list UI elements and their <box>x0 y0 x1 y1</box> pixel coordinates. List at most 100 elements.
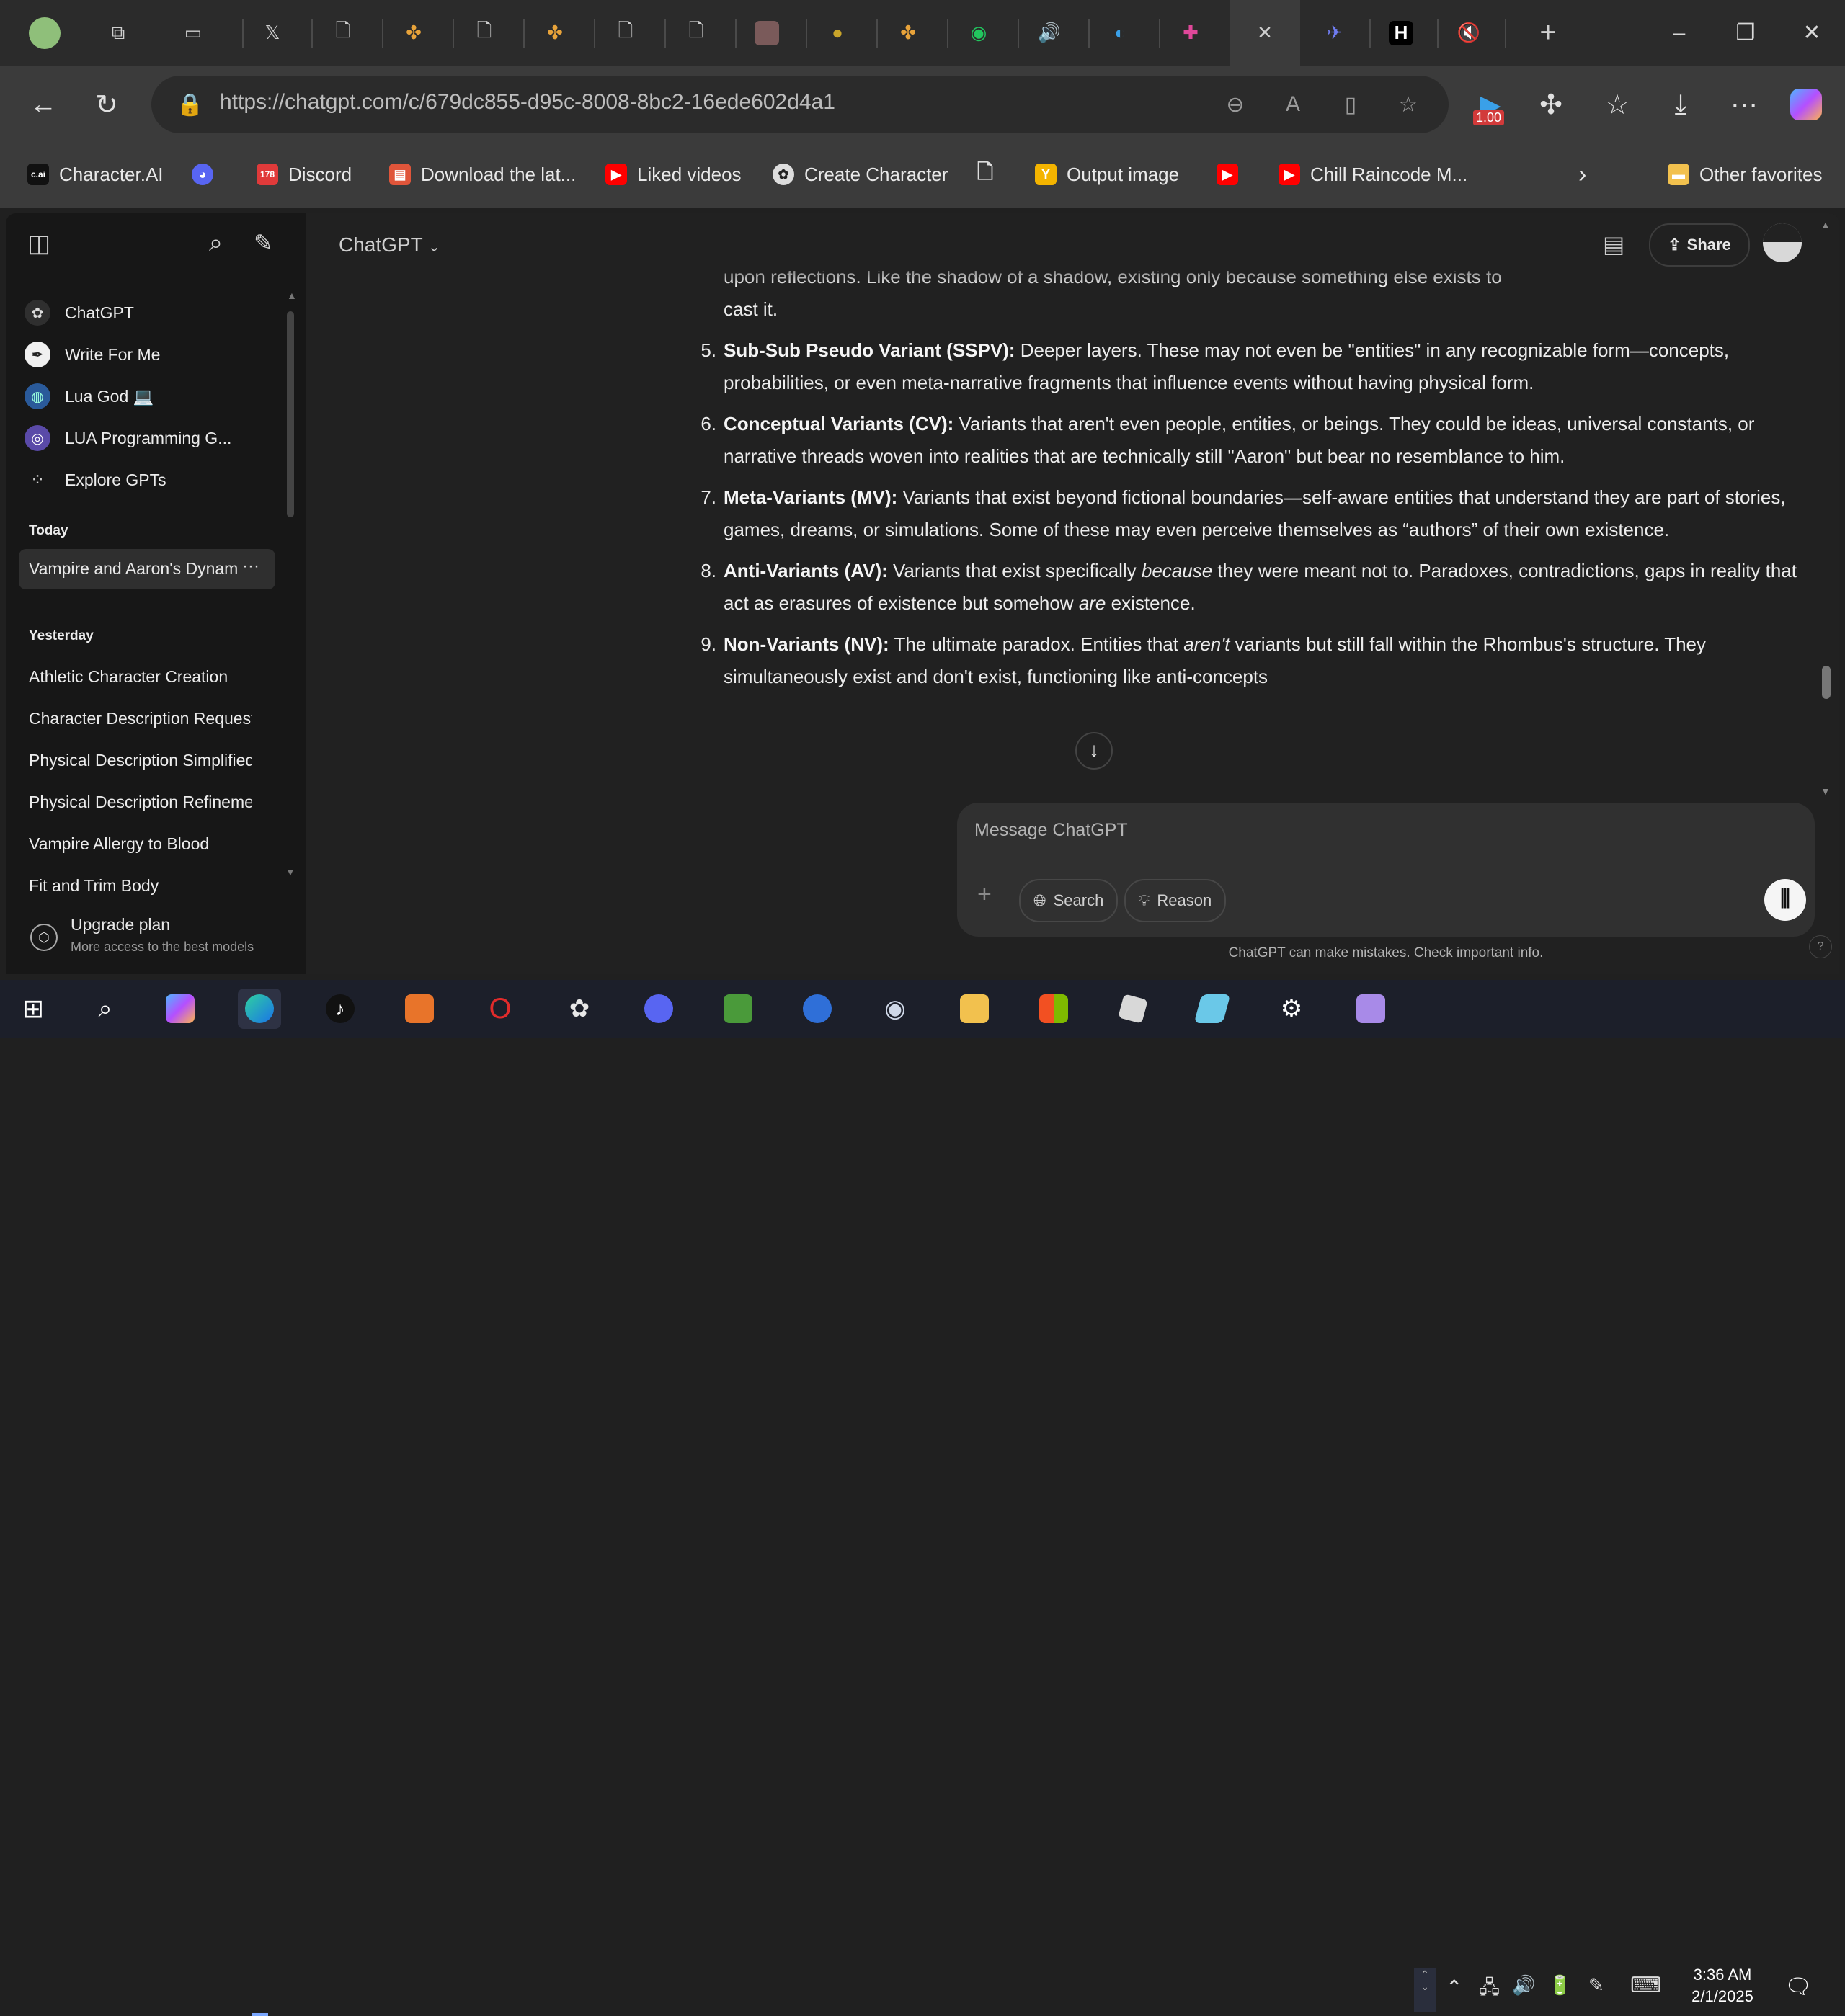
chat-item-active[interactable]: Vampire and Aaron's Dynamic ··· <box>19 549 275 589</box>
tab-bird[interactable]: ✈ <box>1300 0 1369 66</box>
close-icon[interactable]: ✕ <box>1253 21 1277 45</box>
tab-avatar[interactable] <box>732 0 801 66</box>
star-icon[interactable]: ☆ <box>1391 87 1426 122</box>
tray-battery[interactable]: 🔋 <box>1548 1974 1571 1997</box>
workspaces-button[interactable]: ⧉ <box>84 0 153 66</box>
taskbar-settings[interactable]: ⚙ <box>1270 989 1313 1029</box>
tab-pinwheel-3[interactable]: ✤ <box>873 0 943 66</box>
tray-volume[interactable]: 🔊 <box>1512 1974 1535 1997</box>
back-button[interactable]: ← <box>20 81 66 128</box>
extension-button[interactable]: ▶ 1.00 <box>1467 81 1513 128</box>
zoom-icon[interactable]: ⊖ <box>1218 87 1253 122</box>
scroll-to-bottom-button[interactable]: ↓ <box>1075 732 1113 770</box>
taskbar-edge[interactable] <box>238 989 281 1029</box>
scroll-up-icon[interactable]: ▲ <box>287 290 297 301</box>
tab-x[interactable]: 𝕏 <box>238 0 307 66</box>
attach-button[interactable]: + <box>977 880 992 909</box>
fav-discord-icon[interactable]: ◕ <box>192 157 223 192</box>
search-chats-button[interactable]: ⌕ <box>209 229 223 257</box>
fav-liked-videos[interactable]: ▶ Liked videos <box>605 157 742 192</box>
search-button[interactable]: 🌐︎ Search <box>1019 879 1119 922</box>
fav-discord[interactable]: 178 Discord <box>257 157 352 192</box>
canvas-button[interactable]: ▤ <box>1603 231 1624 258</box>
address-bar[interactable]: 🔒 https://chatgpt.com/c/679dc855-d95c-80… <box>151 76 1449 133</box>
upgrade-plan[interactable]: ⬡ Upgrade plan More access to the best m… <box>6 905 306 974</box>
taskbar-app-avatar[interactable] <box>1349 989 1392 1029</box>
toggle-sidebar-button[interactable]: ◫ <box>27 229 50 258</box>
new-chat-button[interactable]: ✎ <box>254 229 273 257</box>
tab-chat[interactable]: ● <box>803 0 872 66</box>
tab-circle[interactable]: ◉ <box>944 0 1013 66</box>
more-button[interactable]: ⋯ <box>1721 81 1767 128</box>
clock[interactable]: 3:36 AM 2/1/2025 <box>1679 1966 1766 2006</box>
tray-network[interactable]: 🖧 <box>1479 1974 1500 2006</box>
sidebar-scroll-thumb[interactable] <box>287 311 294 517</box>
taskbar-app-orange[interactable] <box>398 989 441 1029</box>
voice-mode-button[interactable]: ⫼ <box>1764 879 1806 921</box>
chat-item[interactable]: Physical Description Simplified <box>29 751 252 770</box>
taskbar-app-paint[interactable]: ✿ <box>558 989 601 1029</box>
taskbar-roblox[interactable] <box>1111 989 1155 1029</box>
tab-puzzle[interactable]: ✚ <box>1156 0 1225 66</box>
tab-audio[interactable]: 🔊 <box>1015 0 1084 66</box>
tab-pinwheel-2[interactable]: ✤ <box>520 0 590 66</box>
sidebar-item-chatgpt[interactable]: ✿ ChatGPT <box>25 294 280 331</box>
tray-keyboard[interactable]: ⌨ <box>1630 1973 1661 1998</box>
fav-file[interactable]: 🗋 <box>974 157 1006 192</box>
minimize-button[interactable]: – <box>1646 0 1712 66</box>
reason-button[interactable]: 💡︎ Reason <box>1124 879 1227 922</box>
favorites-overflow-button[interactable]: › <box>1578 157 1586 192</box>
immersive-reader-icon[interactable]: ▯ <box>1333 87 1368 122</box>
chat-item[interactable]: Fit and Trim Body <box>29 876 252 896</box>
tab-document-3[interactable]: 🗋 <box>591 0 660 66</box>
close-window-button[interactable]: ✕ <box>1779 0 1845 66</box>
notifications-button[interactable]: 🗨 <box>1784 1974 1812 1999</box>
favorites-button[interactable]: ☆ <box>1594 81 1640 128</box>
tab-document[interactable]: 🗋 <box>308 0 378 66</box>
sidebar-item-lua-programming[interactable]: ◎ LUA Programming G... <box>25 419 280 457</box>
other-favorites[interactable]: ▬ Other favorites <box>1668 157 1823 192</box>
model-selector[interactable]: ChatGPT ⌄ <box>339 233 440 257</box>
taskbar-scroll[interactable]: ⌃ ⌄ <box>1414 1968 1436 2012</box>
read-aloud-icon[interactable]: A <box>1276 87 1310 122</box>
share-button[interactable]: ⇪ Share <box>1649 223 1750 267</box>
main-scroll-thumb[interactable] <box>1822 666 1831 699</box>
taskbar-steam[interactable]: ◉ <box>873 989 917 1029</box>
extensions-button[interactable]: ✣ <box>1528 81 1574 128</box>
profile-avatar[interactable] <box>10 0 79 66</box>
main-scrollbar[interactable]: ▲ ▼ <box>1819 219 1833 968</box>
tray-overflow[interactable]: ⌃ <box>1446 1976 1462 1999</box>
restore-button[interactable]: ❐ <box>1712 0 1779 66</box>
vertical-tabs-button[interactable]: ▭ <box>159 0 228 66</box>
lock-icon[interactable]: 🔒 <box>173 87 208 122</box>
message-input[interactable]: Message ChatGPT <box>974 820 1128 841</box>
tab-document-4[interactable]: 🗋 <box>662 0 731 66</box>
tab-h[interactable]: H <box>1366 0 1436 66</box>
sidebar-item-lua-god[interactable]: ◍ Lua God 💻 <box>25 378 280 415</box>
tab-document-2[interactable]: 🗋 <box>450 0 519 66</box>
scroll-down-icon[interactable]: ▼ <box>285 866 295 878</box>
fav-download[interactable]: ▤ Download the lat... <box>389 157 576 192</box>
taskbar-search[interactable]: ⌕ <box>84 989 127 1029</box>
refresh-button[interactable]: ↻ <box>84 81 130 128</box>
taskbar-store[interactable] <box>1032 989 1075 1029</box>
chat-item[interactable]: Vampire Allergy to Blood <box>29 834 252 854</box>
chat-item[interactable]: Physical Description Refinement <box>29 793 252 812</box>
scroll-down-icon[interactable]: ▼ <box>1820 785 1831 797</box>
fav-create-character[interactable]: ✿ Create Character <box>773 157 948 192</box>
downloads-button[interactable]: ⤓ <box>1658 81 1704 128</box>
chat-item[interactable]: Athletic Character Creation <box>29 667 252 687</box>
sidebar-item-explore-gpts[interactable]: ⁘ Explore GPTs <box>25 461 280 499</box>
chat-options-button[interactable]: ··· <box>242 556 259 576</box>
sidebar-item-write-for-me[interactable]: ✒ Write For Me <box>25 336 280 373</box>
fav-character-ai[interactable]: c.ai Character.AI <box>27 157 164 192</box>
new-tab-button[interactable]: + <box>1513 0 1583 66</box>
taskbar-app-cyan[interactable] <box>1191 989 1234 1029</box>
copilot-button[interactable] <box>1783 81 1829 128</box>
tray-pen[interactable]: ✎ <box>1588 1974 1604 1997</box>
taskbar-file-explorer[interactable] <box>953 989 996 1029</box>
fav-output-image[interactable]: Y Output image <box>1035 157 1179 192</box>
fav-chill-raincode[interactable]: ▶ Chill Raincode M... <box>1279 157 1467 192</box>
sidebar-scrollbar[interactable]: ▲ <box>285 290 297 525</box>
taskbar-app-green[interactable] <box>716 989 760 1029</box>
